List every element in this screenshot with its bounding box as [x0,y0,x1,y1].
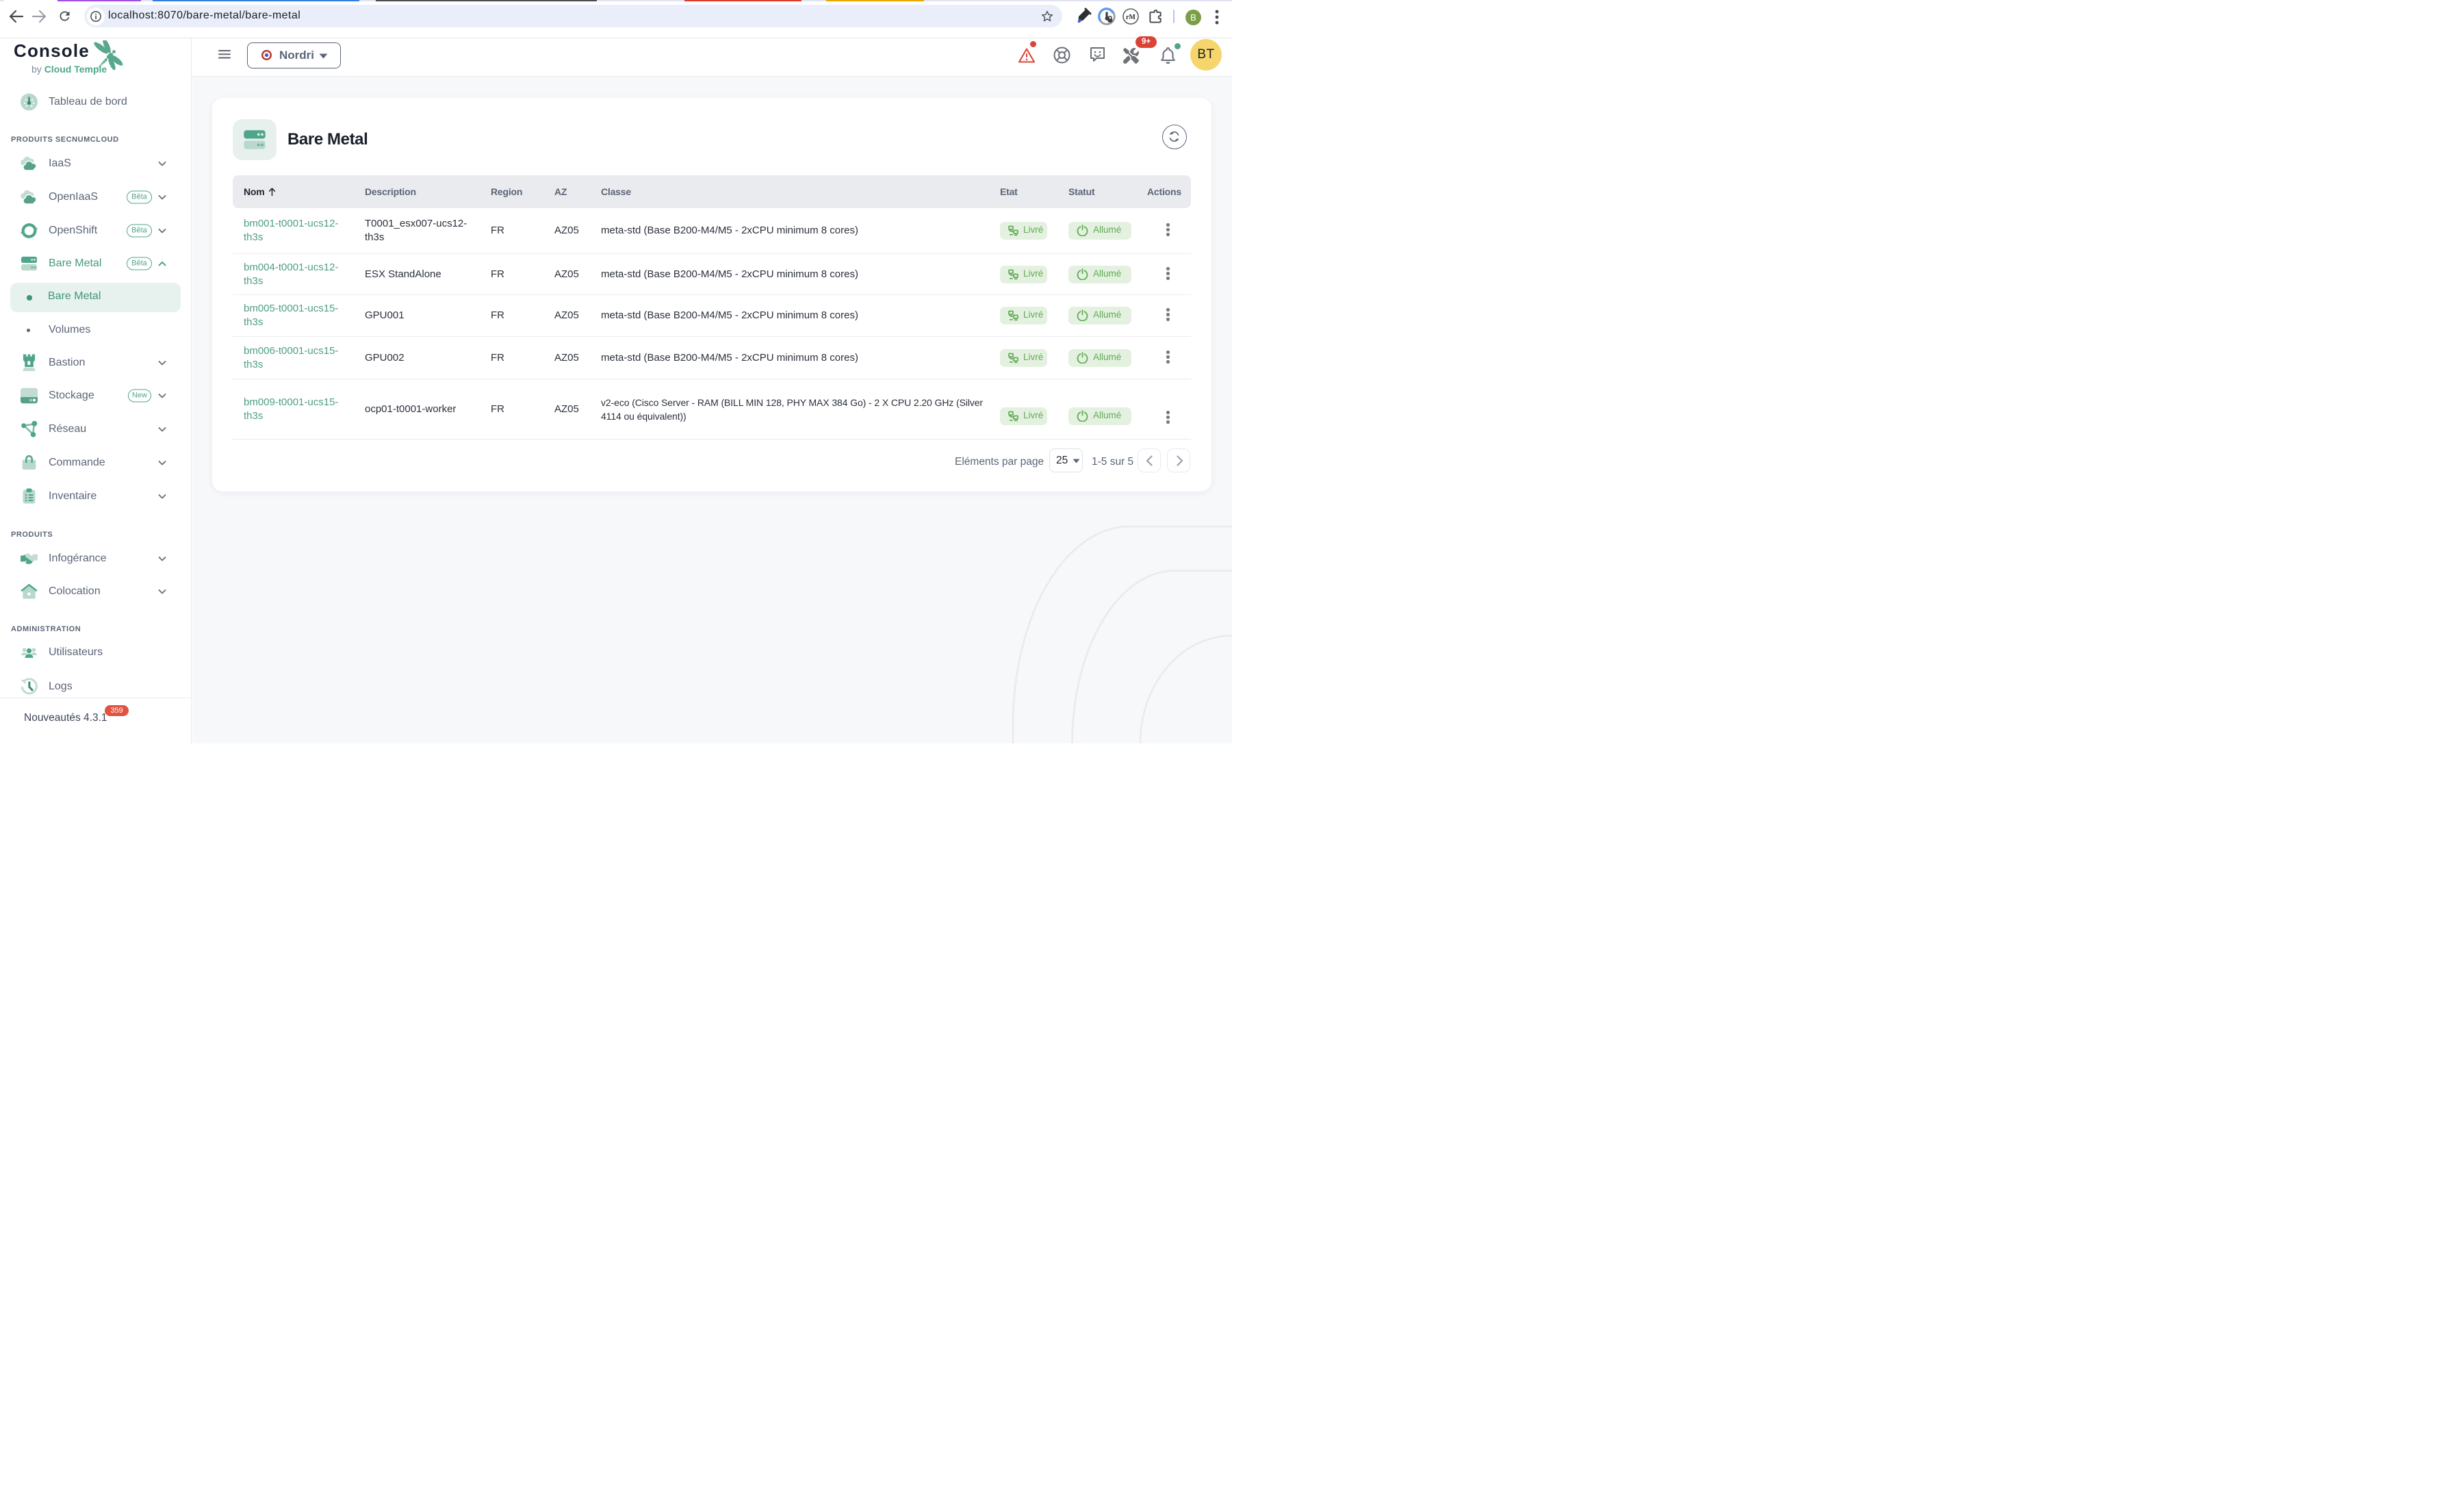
svg-text:rM: rM [1126,14,1135,21]
